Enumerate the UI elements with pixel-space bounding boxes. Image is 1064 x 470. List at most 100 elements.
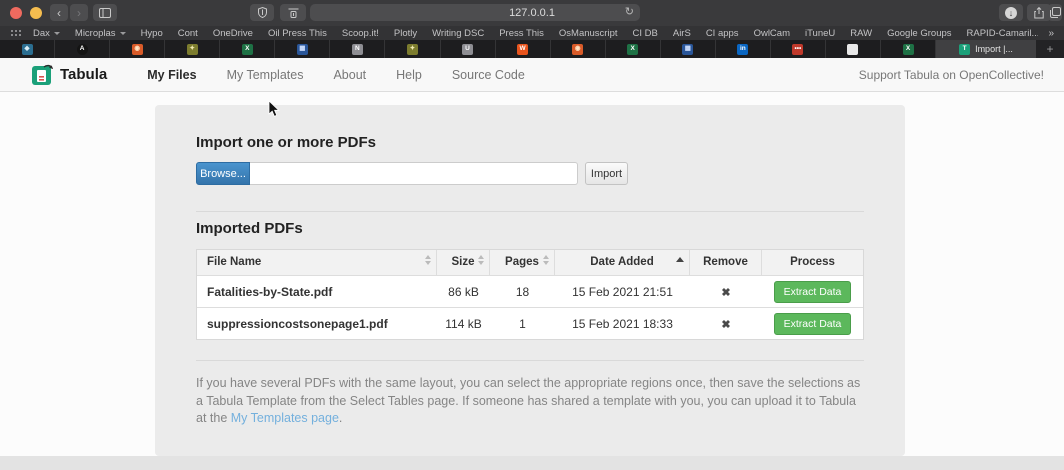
bookmark-item[interactable]: AirS: [673, 28, 691, 39]
bookmark-item[interactable]: Cont: [178, 28, 198, 39]
template-note: If you have several PDFs with the same l…: [196, 375, 864, 428]
bookmark-item[interactable]: OwlCam: [754, 28, 790, 39]
tab-favicon-icon: ◉: [572, 44, 583, 55]
bookmark-item[interactable]: RAPID-Camaril...Springs Fire: [967, 28, 1039, 39]
bookmark-item[interactable]: CI DB: [633, 28, 658, 39]
browser-tab[interactable]: •••: [771, 40, 826, 58]
back-button[interactable]: ‹: [50, 4, 68, 21]
bookmark-item[interactable]: Plotly: [394, 28, 417, 39]
extract-data-button[interactable]: Extract Data: [774, 281, 852, 303]
bookmark-item[interactable]: Hypo: [141, 28, 163, 39]
imported-pdfs-heading: Imported PDFs: [196, 220, 864, 237]
file-path-input[interactable]: [250, 162, 578, 185]
column-header[interactable]: Size: [437, 250, 490, 275]
browser-tab[interactable]: ◉: [110, 40, 165, 58]
bookmark-item[interactable]: Writing DSC: [432, 28, 484, 39]
mouse-cursor: [268, 100, 280, 118]
sort-carets-icon[interactable]: [543, 255, 549, 265]
nav-items: My Files My Templates About Help Source Code: [147, 68, 525, 82]
nav-item-about[interactable]: About: [333, 68, 366, 82]
browser-tab[interactable]: U: [441, 40, 496, 58]
privacy-shield-button[interactable]: [250, 4, 274, 21]
bookmark-item[interactable]: Oil Press This: [268, 28, 327, 39]
download-icon: ↓: [1005, 7, 1017, 19]
browser-tab[interactable]: [826, 40, 881, 58]
browser-tab[interactable]: ◆: [0, 40, 55, 58]
close-window-button[interactable]: [10, 7, 22, 19]
extract-data-button[interactable]: Extract Data: [774, 313, 852, 335]
column-header[interactable]: File Name: [197, 250, 437, 275]
sidebar-button[interactable]: [93, 4, 117, 21]
tabula-favicon: T: [959, 44, 970, 55]
column-header[interactable]: Date Added: [555, 250, 690, 275]
url-text[interactable]: 127.0.0.1: [509, 5, 555, 21]
section-divider: [196, 211, 864, 212]
tab-favicon-icon: X: [242, 44, 253, 55]
browser-tab[interactable]: X: [606, 40, 661, 58]
bookmark-item[interactable]: Microplas: [75, 28, 126, 39]
forward-button[interactable]: ›: [70, 4, 88, 21]
bookmarks-grid-icon[interactable]: [10, 29, 21, 37]
sort-carets-icon[interactable]: [478, 255, 484, 265]
tab-overview-button[interactable]: [1048, 4, 1062, 21]
remove-file-button[interactable]: ✖: [721, 319, 730, 331]
browser-tab[interactable]: A: [55, 40, 110, 58]
nav-item-source-code[interactable]: Source Code: [452, 68, 525, 82]
nav-item-my-files[interactable]: My Files: [147, 68, 196, 82]
page-settings-button[interactable]: [280, 4, 306, 21]
bookmark-item[interactable]: OneDrive: [213, 28, 253, 39]
my-templates-link[interactable]: My Templates page: [231, 411, 339, 425]
address-bar[interactable]: ↻: [310, 4, 640, 21]
reload-icon[interactable]: ↻: [625, 5, 634, 18]
tabs-icon: [1050, 7, 1061, 18]
browser-tab[interactable]: N: [330, 40, 385, 58]
bookmark-item[interactable]: Scoop.it!: [342, 28, 379, 39]
shield-icon: [258, 7, 267, 18]
browser-tab[interactable]: ▦: [275, 40, 330, 58]
browser-tab[interactable]: in: [716, 40, 771, 58]
browser-tab[interactable]: X: [881, 40, 936, 58]
tabula-navbar: Tabula My Files My Templates About Help Sour…: [0, 58, 1064, 92]
import-button[interactable]: Import: [585, 162, 628, 185]
bookmark-item[interactable]: CI apps: [706, 28, 739, 39]
browser-tab[interactable]: ◉: [551, 40, 606, 58]
new-tab-button[interactable]: +: [1036, 40, 1064, 58]
active-tab[interactable]: T Import |...: [936, 40, 1036, 58]
nav-item-my-templates[interactable]: My Templates: [227, 68, 304, 82]
browser-tab[interactable]: X: [220, 40, 275, 58]
support-link[interactable]: Support Tabula on OpenCollective!: [859, 68, 1044, 82]
downloads-button[interactable]: ↓: [999, 4, 1023, 21]
browser-tab[interactable]: ▦: [661, 40, 716, 58]
column-header[interactable]: Process: [762, 250, 863, 275]
table-row: suppressioncostsonepage1.pdf 114 kB 1 15…: [197, 307, 863, 339]
tab-favicon-icon: X: [627, 44, 638, 55]
sort-carets-icon[interactable]: [425, 255, 431, 265]
cell-pages: 1: [490, 317, 555, 331]
import-label: Import: [591, 168, 622, 180]
sort-asc-icon[interactable]: [676, 255, 684, 262]
tab-favicon-icon: [847, 44, 858, 55]
active-tab-label: Import |...: [975, 44, 1013, 54]
bookmark-item[interactable]: Press This: [499, 28, 544, 39]
bookmark-item[interactable]: Dax: [33, 28, 60, 39]
browse-button[interactable]: Browse...: [196, 162, 250, 185]
tabula-brand[interactable]: Tabula: [32, 64, 107, 85]
remove-file-button[interactable]: ✖: [721, 287, 730, 299]
browser-tab[interactable]: ✦: [385, 40, 440, 58]
browser-tab[interactable]: W: [496, 40, 551, 58]
column-header[interactable]: Remove: [690, 250, 762, 275]
nav-item-help[interactable]: Help: [396, 68, 422, 82]
browser-titlebar: ‹ › ↻ 127.0.0.1 ↓: [0, 0, 1064, 26]
tab-favicon-icon: U: [462, 44, 473, 55]
cell-size: 86 kB: [437, 285, 490, 299]
bookmark-item[interactable]: RAW: [850, 28, 872, 39]
bookmark-item[interactable]: OsManuscript: [559, 28, 618, 39]
bookmarks-overflow-button[interactable]: »: [1048, 28, 1054, 39]
browser-tab[interactable]: ✦: [165, 40, 220, 58]
bookmark-item[interactable]: Google Groups: [887, 28, 951, 39]
bookmark-item[interactable]: iTuneU: [805, 28, 835, 39]
mini-tabs: ◆ A ◉ ✦ X ▦ N ✦ U W ◉ X ▦ in ••• X: [0, 40, 936, 58]
minimize-window-button[interactable]: [30, 7, 42, 19]
page-background: Import one or more PDFs Browse... Import…: [0, 92, 1064, 470]
column-header[interactable]: Pages: [490, 250, 555, 275]
